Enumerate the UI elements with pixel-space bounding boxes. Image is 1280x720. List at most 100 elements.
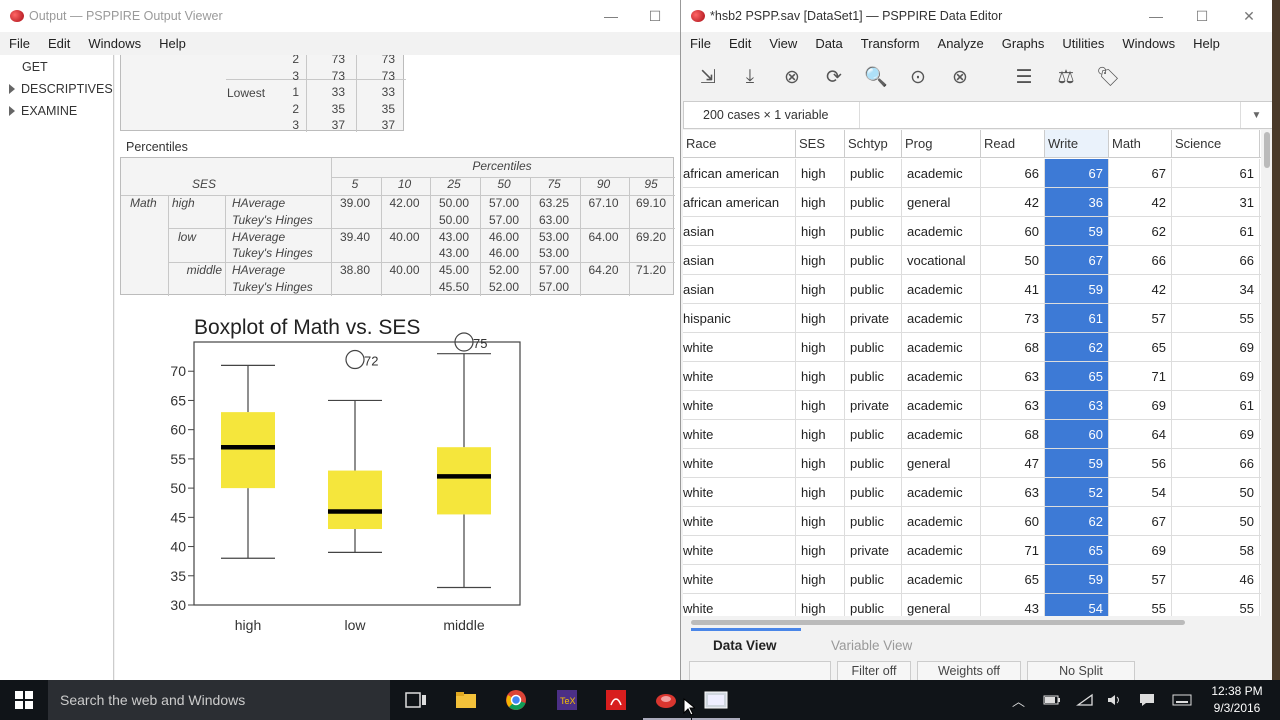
data-cell[interactable]: 68 bbox=[981, 333, 1045, 362]
data-cell[interactable]: 41 bbox=[981, 275, 1045, 304]
data-cell[interactable]: african american bbox=[683, 159, 796, 188]
data-cell[interactable]: high bbox=[796, 304, 845, 333]
pspp-taskbar-icon[interactable] bbox=[652, 686, 680, 714]
menu-help[interactable]: Help bbox=[1184, 36, 1229, 51]
data-cell[interactable]: 42 bbox=[1109, 275, 1172, 304]
scroll-thumb[interactable] bbox=[691, 620, 1185, 625]
expand-caret-icon[interactable] bbox=[9, 84, 15, 94]
expand-caret-icon[interactable] bbox=[9, 106, 15, 116]
data-cell[interactable]: 54 bbox=[1109, 478, 1172, 507]
find-icon[interactable]: 🔍 bbox=[863, 64, 889, 90]
case-info-bar[interactable]: 200 cases × 1 variable ▼ bbox=[683, 101, 1272, 129]
chevron-down-icon[interactable]: ▼ bbox=[1240, 102, 1272, 128]
data-cell[interactable]: 63 bbox=[981, 391, 1045, 420]
nav-item-get[interactable]: GET bbox=[0, 56, 113, 78]
data-cell[interactable]: 47 bbox=[981, 449, 1045, 478]
data-cell[interactable]: academic bbox=[902, 391, 981, 420]
maximize-icon[interactable]: ☐ bbox=[632, 0, 678, 32]
data-cell[interactable]: 31 bbox=[1172, 188, 1260, 217]
data-cell[interactable]: high bbox=[796, 188, 845, 217]
window-switcher-icon[interactable] bbox=[702, 686, 730, 714]
data-cell[interactable]: public bbox=[845, 362, 902, 391]
acrobat-icon[interactable] bbox=[602, 686, 630, 714]
data-cell[interactable]: general bbox=[902, 188, 981, 217]
data-cell[interactable]: asian bbox=[683, 217, 796, 246]
data-cell[interactable]: 36 bbox=[1045, 188, 1109, 217]
data-cell[interactable]: 61 bbox=[1172, 159, 1260, 188]
column-header-schtyp[interactable]: Schtyp bbox=[845, 130, 902, 158]
data-cell[interactable]: white bbox=[683, 333, 796, 362]
data-cell[interactable]: academic bbox=[902, 536, 981, 565]
data-cell[interactable]: 65 bbox=[1109, 333, 1172, 362]
menu-view[interactable]: View bbox=[760, 36, 806, 51]
data-cell[interactable]: high bbox=[796, 391, 845, 420]
data-cell[interactable]: vocational bbox=[902, 246, 981, 275]
data-cell[interactable]: 69 bbox=[1109, 391, 1172, 420]
data-cell[interactable]: public bbox=[845, 217, 902, 246]
data-cell[interactable]: 69 bbox=[1172, 420, 1260, 449]
data-cell[interactable]: 57 bbox=[1109, 565, 1172, 594]
data-cell[interactable]: high bbox=[796, 362, 845, 391]
data-grid[interactable]: RaceSESSchtypProgReadWriteMathScienceSoa… bbox=[683, 130, 1261, 616]
data-cell[interactable]: white bbox=[683, 507, 796, 536]
data-cell[interactable]: public bbox=[845, 478, 902, 507]
scroll-thumb[interactable] bbox=[1264, 132, 1270, 168]
data-cell[interactable]: 69 bbox=[1109, 536, 1172, 565]
data-cell[interactable]: 71 bbox=[1109, 362, 1172, 391]
menu-file[interactable]: File bbox=[681, 36, 720, 51]
data-cell[interactable]: academic bbox=[902, 304, 981, 333]
data-cell[interactable]: academic bbox=[902, 362, 981, 391]
data-cell[interactable]: 64 bbox=[1109, 420, 1172, 449]
data-cell[interactable]: high bbox=[796, 507, 845, 536]
output-title-bar[interactable]: Output — PSPPIRE Output Viewer — ☐ bbox=[0, 0, 680, 32]
weight-icon[interactable]: ⚖ bbox=[1053, 64, 1079, 90]
horizontal-scrollbar[interactable] bbox=[683, 616, 1261, 628]
data-cell[interactable]: high bbox=[796, 246, 845, 275]
data-cell[interactable]: high bbox=[796, 536, 845, 565]
data-cell[interactable]: academic bbox=[902, 478, 981, 507]
menu-windows[interactable]: Windows bbox=[79, 36, 150, 51]
nav-item-descriptives[interactable]: DESCRIPTIVES bbox=[0, 78, 113, 100]
data-cell[interactable]: 42 bbox=[981, 188, 1045, 217]
data-cell[interactable]: high bbox=[796, 478, 845, 507]
data-cell[interactable]: 42 bbox=[1109, 188, 1172, 217]
menu-graphs[interactable]: Graphs bbox=[993, 36, 1054, 51]
column-header-science[interactable]: Science bbox=[1172, 130, 1260, 158]
data-cell[interactable]: 69 bbox=[1172, 333, 1260, 362]
taskbar-clock[interactable]: 12:38 PM 9/3/2016 bbox=[1200, 683, 1274, 717]
data-cell[interactable]: public bbox=[845, 449, 902, 478]
split-icon[interactable]: ☰ bbox=[1011, 64, 1037, 90]
data-cell[interactable]: white bbox=[683, 420, 796, 449]
data-cell[interactable]: public bbox=[845, 420, 902, 449]
data-cell[interactable]: white bbox=[683, 362, 796, 391]
goto-variable-icon[interactable]: ⟳ bbox=[821, 64, 847, 90]
data-cell[interactable]: high bbox=[796, 159, 845, 188]
data-cell[interactable]: high bbox=[796, 594, 845, 616]
menu-windows[interactable]: Windows bbox=[1113, 36, 1184, 51]
delete-icon[interactable]: ⊗ bbox=[947, 64, 973, 90]
data-cell[interactable]: public bbox=[845, 246, 902, 275]
data-cell[interactable]: 55 bbox=[1172, 304, 1260, 333]
data-cell[interactable]: 55 bbox=[1109, 594, 1172, 616]
data-cell[interactable]: 73 bbox=[981, 304, 1045, 333]
nav-item-examine[interactable]: EXAMINE bbox=[0, 100, 113, 122]
data-cell[interactable]: 50 bbox=[1172, 478, 1260, 507]
windows-start-icon[interactable] bbox=[10, 686, 38, 714]
menu-help[interactable]: Help bbox=[150, 36, 195, 51]
taskbar-search-box[interactable]: Search the web and Windows bbox=[48, 680, 390, 720]
data-cell[interactable]: 63 bbox=[1045, 391, 1109, 420]
column-header-write[interactable]: Write bbox=[1045, 130, 1109, 158]
data-cell[interactable]: white bbox=[683, 449, 796, 478]
data-cell[interactable]: 62 bbox=[1109, 217, 1172, 246]
column-header-ses[interactable]: SES bbox=[796, 130, 845, 158]
data-cell[interactable]: general bbox=[902, 449, 981, 478]
column-header-prog[interactable]: Prog bbox=[902, 130, 981, 158]
menu-edit[interactable]: Edit bbox=[720, 36, 760, 51]
data-cell[interactable]: 59 bbox=[1045, 275, 1109, 304]
menu-transform[interactable]: Transform bbox=[852, 36, 929, 51]
data-cell[interactable]: 61 bbox=[1172, 217, 1260, 246]
data-cell[interactable]: academic bbox=[902, 275, 981, 304]
data-cell[interactable]: private bbox=[845, 391, 902, 420]
data-cell[interactable]: 63 bbox=[981, 362, 1045, 391]
data-cell[interactable]: 65 bbox=[1045, 362, 1109, 391]
